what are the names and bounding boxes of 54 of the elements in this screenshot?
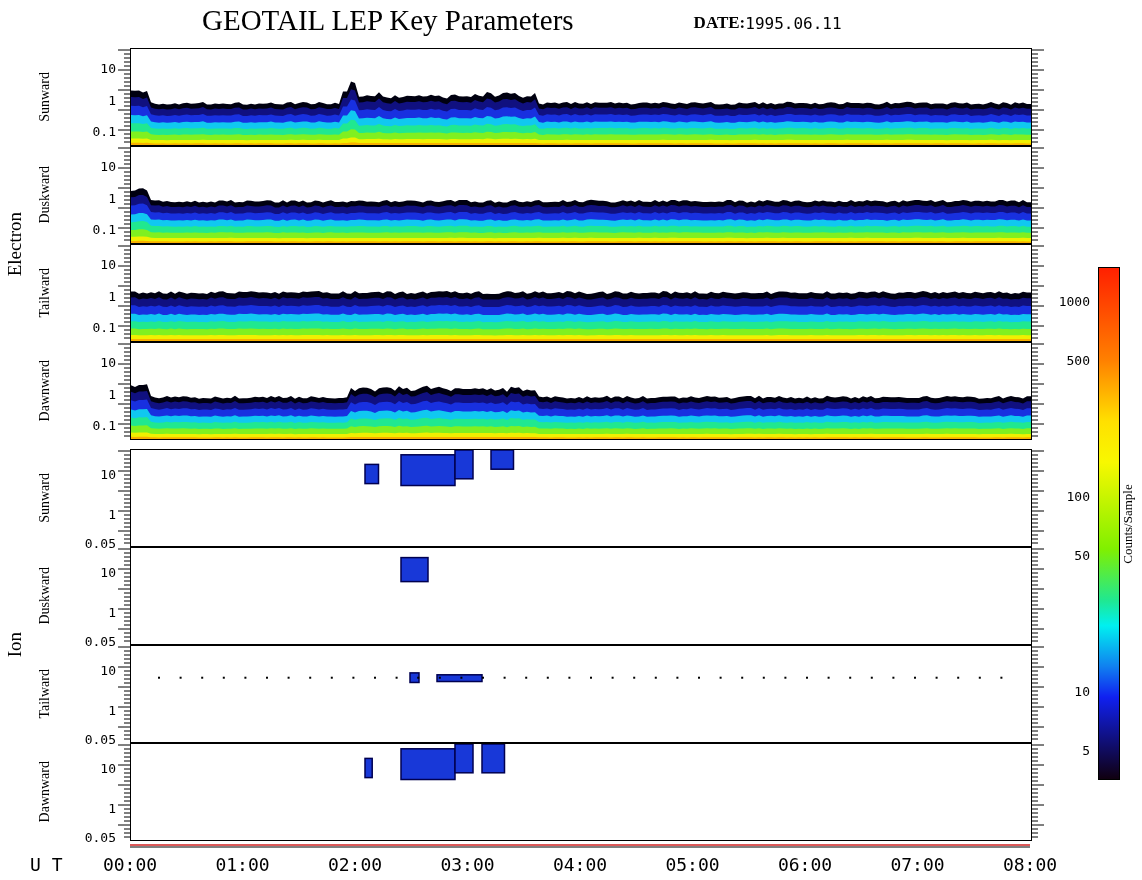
date-label: DATE: xyxy=(693,13,746,33)
y-tick-label: 1 xyxy=(108,288,116,304)
y-tick-label: 1 xyxy=(108,190,116,206)
y-tick-label: 0.05 xyxy=(84,633,116,649)
time-tick-label: 08:00 xyxy=(1002,854,1058,875)
panel-label: Duskward xyxy=(37,567,53,625)
time-tick-label: 01:00 xyxy=(215,854,270,875)
time-tick-label: 00:00 xyxy=(102,854,158,875)
colorbar-tick-label: 5 xyxy=(1082,742,1090,758)
y-tick-label: 1 xyxy=(108,702,116,718)
panel-label: Tailward xyxy=(37,268,53,318)
y-tick-label: 1 xyxy=(108,92,116,108)
group-label: Ion xyxy=(3,632,26,658)
colorbar-tick-label: 50 xyxy=(1074,547,1090,563)
y-tick-label: 0.1 xyxy=(92,123,116,139)
panel-label: Dawnward xyxy=(37,761,53,823)
group-label: Electron xyxy=(3,211,26,277)
y-tick-label: 10 xyxy=(100,564,116,580)
time-tick-label: 06:00 xyxy=(777,854,833,875)
y-tick-label: 10 xyxy=(100,354,116,370)
date-value: 1995.06.11 xyxy=(745,13,842,33)
y-tick-label: 0.05 xyxy=(84,731,116,747)
colorbar-label: Counts/Sample xyxy=(1120,483,1136,564)
y-tick-label: 10 xyxy=(100,256,116,272)
panel-label: Duskward xyxy=(37,166,53,224)
y-tick-label: 1 xyxy=(108,800,116,816)
y-tick-label: 10 xyxy=(100,60,116,76)
y-tick-label: 0.1 xyxy=(92,417,116,433)
time-tick-label: 07:00 xyxy=(890,854,945,875)
colorbar-tick-label: 10 xyxy=(1074,683,1090,699)
y-tick-label: 0.1 xyxy=(92,221,116,237)
panel-label: Dawnward xyxy=(37,360,53,422)
y-tick-label: 1 xyxy=(108,604,116,620)
colorbar-tick-label: 100 xyxy=(1066,488,1090,504)
time-tick-label: 03:00 xyxy=(440,854,495,875)
colorbar-tick-label: 500 xyxy=(1066,352,1090,368)
panel-label: Sunward xyxy=(37,72,53,122)
y-tick-label: 10 xyxy=(100,662,116,678)
y-tick-label: 10 xyxy=(100,158,116,174)
y-tick-label: 10 xyxy=(100,760,116,776)
panel-label: Sunward xyxy=(37,473,53,523)
plot-title: GEOTAIL LEP Key Parameters xyxy=(202,3,574,37)
panel-label: Tailward xyxy=(37,669,53,719)
colorbar-tick-label: 1000 xyxy=(1058,293,1090,309)
y-tick-label: 0.1 xyxy=(92,319,116,335)
y-tick-label: 1 xyxy=(108,506,116,522)
time-tick-label: 05:00 xyxy=(665,854,720,875)
spectrogram-drawing xyxy=(400,556,429,583)
y-tick-label: 0.05 xyxy=(84,535,116,551)
y-tick-label: 1 xyxy=(108,386,116,402)
y-tick-label: 0.05 xyxy=(84,829,116,845)
time-tick-label: 02:00 xyxy=(327,854,383,875)
y-tick-label: 10 xyxy=(100,466,116,482)
time-tick-label: 04:00 xyxy=(552,854,608,875)
